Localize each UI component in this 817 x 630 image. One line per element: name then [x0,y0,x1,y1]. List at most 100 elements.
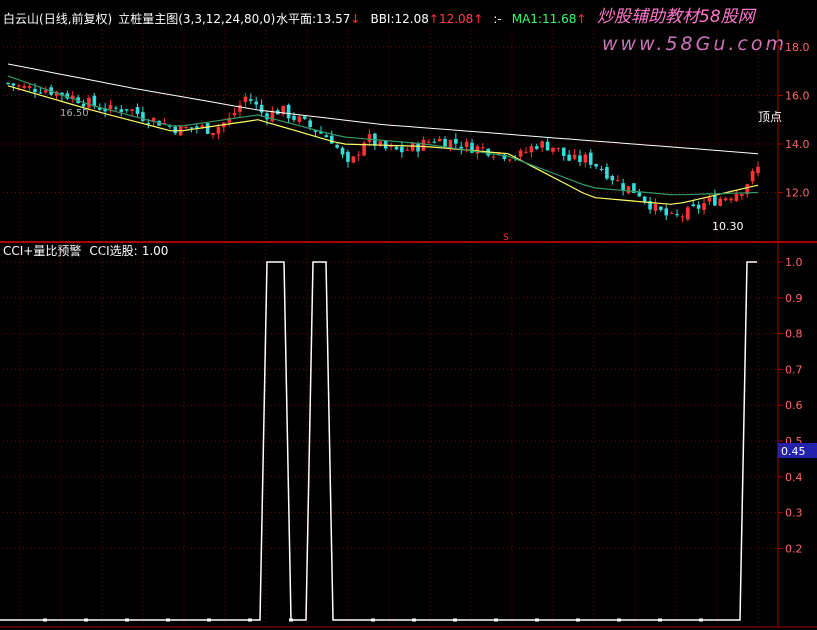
chart-canvas: 白云山(日线,前复权) 立桩量主图(3,3,12,24,80,0) 水平面:13.… [0,7,817,628]
candle-body [594,164,598,167]
svg-text:0.45: 0.45 [781,445,806,458]
candle-body [286,104,291,119]
candle-body [297,116,302,122]
candle-body [254,101,259,105]
candle-body [416,143,420,152]
candle-body [427,141,431,143]
header-item-label: BBI: [370,12,394,26]
candle-body [691,204,696,206]
candle-body [610,175,615,181]
candle-body [545,141,550,151]
indicator-name: 立桩量主图(3,3,12,24,80,0) [118,11,275,26]
candle-body [756,166,760,174]
candle-body [583,154,588,163]
candle-body [335,144,339,148]
stock-name: 白云山 [3,11,39,26]
y-tick-label: 0.2 [785,542,803,555]
candle-body [329,135,334,144]
baseline-dot [658,618,662,622]
candle-body [302,116,307,119]
candle-body [389,146,393,148]
candle-body [6,82,10,84]
candle-body [637,192,642,197]
header-item-arrow: ↑ [429,12,439,26]
watermark-brand-cn: 炒股辅助教材 [597,7,701,27]
candle-body [211,132,215,136]
y-tick-label: 12.0 [785,186,810,199]
candle-body [664,208,669,216]
candle-body [750,171,755,182]
current-value-marker: 0.45 [778,443,817,458]
candle-body [135,107,140,114]
candle-body [87,97,91,108]
header-item-value: 12.08 [395,12,429,26]
candle-body [588,152,593,165]
watermark-brand: 炒股辅助教材58股网 [597,7,757,27]
candle-body [551,147,555,152]
candle-body [702,203,706,210]
candle-body [232,113,237,116]
y-tick-label: 0.7 [785,363,803,376]
header-item-value: 13.57 [316,12,350,26]
moving-average-lines [7,63,759,205]
candle-body [556,147,561,149]
header-item-value: 12.08 [439,12,473,26]
y-tick-label: 0.3 [785,507,803,520]
candle-body [27,86,32,89]
candle-body [324,135,329,138]
annotation-high-value: 16.50 [60,108,89,119]
candle-body [432,141,437,143]
candle-body [621,183,625,191]
candle-body [481,147,485,149]
candle-body [124,109,129,111]
ma-green-line [7,75,759,196]
candle-body [340,147,345,155]
panel-frames [0,30,817,628]
candle-body [507,159,512,161]
y-tick-label: 0.6 [785,399,803,412]
candle-body [605,167,609,179]
y-tick-label: 0.9 [785,292,803,305]
candle-body [443,138,447,147]
candle-body [195,126,199,128]
candle-body [437,138,442,142]
candlestick-series [6,82,760,223]
baseline-dot [494,618,498,622]
candle-body [130,109,134,111]
candle-body [615,180,620,182]
candle-body [189,127,194,129]
header-indicator-values: 水平面:13.57↓ BBI:12.08↑12.08↑:- MA1:11.68↑ [276,12,586,26]
y-tick-label: 14.0 [785,138,810,151]
candle-body [16,85,21,87]
candle-body [43,90,48,93]
y-tick-label: 16.0 [785,89,810,102]
baseline-dot [43,618,47,622]
candle-body [659,206,663,210]
baseline-dot [125,618,129,622]
candle-body [81,103,86,107]
header-item-value: 11.68 [542,12,576,26]
candle-body [33,88,37,93]
y-tick-label: 1.0 [785,256,803,269]
candle-body [114,107,118,109]
baseline-dot [207,618,211,622]
candle-body [351,156,356,163]
candle-body [713,195,717,206]
candle-body [464,141,469,147]
candle-body [119,109,124,112]
lower-y-axis: 1.00.90.80.70.60.50.40.30.2 [778,256,803,555]
candle-body [642,196,647,202]
candle-body [599,169,604,171]
candle-body [707,197,712,202]
lower-value-label: CCI选股: [89,244,137,258]
annotation-top-point: 顶点 [758,110,782,124]
y-tick-label: 0.4 [785,471,803,484]
header-item-label: 水平面: [276,12,316,26]
lower-panel-title: CCI+量比预警 CCI选股: 1.00 [3,243,168,258]
candle-body [723,198,728,201]
candle-body [184,126,188,129]
upper-y-axis: 18.0 16.0 14.0 12.0 [778,41,810,199]
header-item-arrow: ↑ [473,12,483,26]
lower-grid [3,246,778,627]
candle-body [346,151,350,162]
